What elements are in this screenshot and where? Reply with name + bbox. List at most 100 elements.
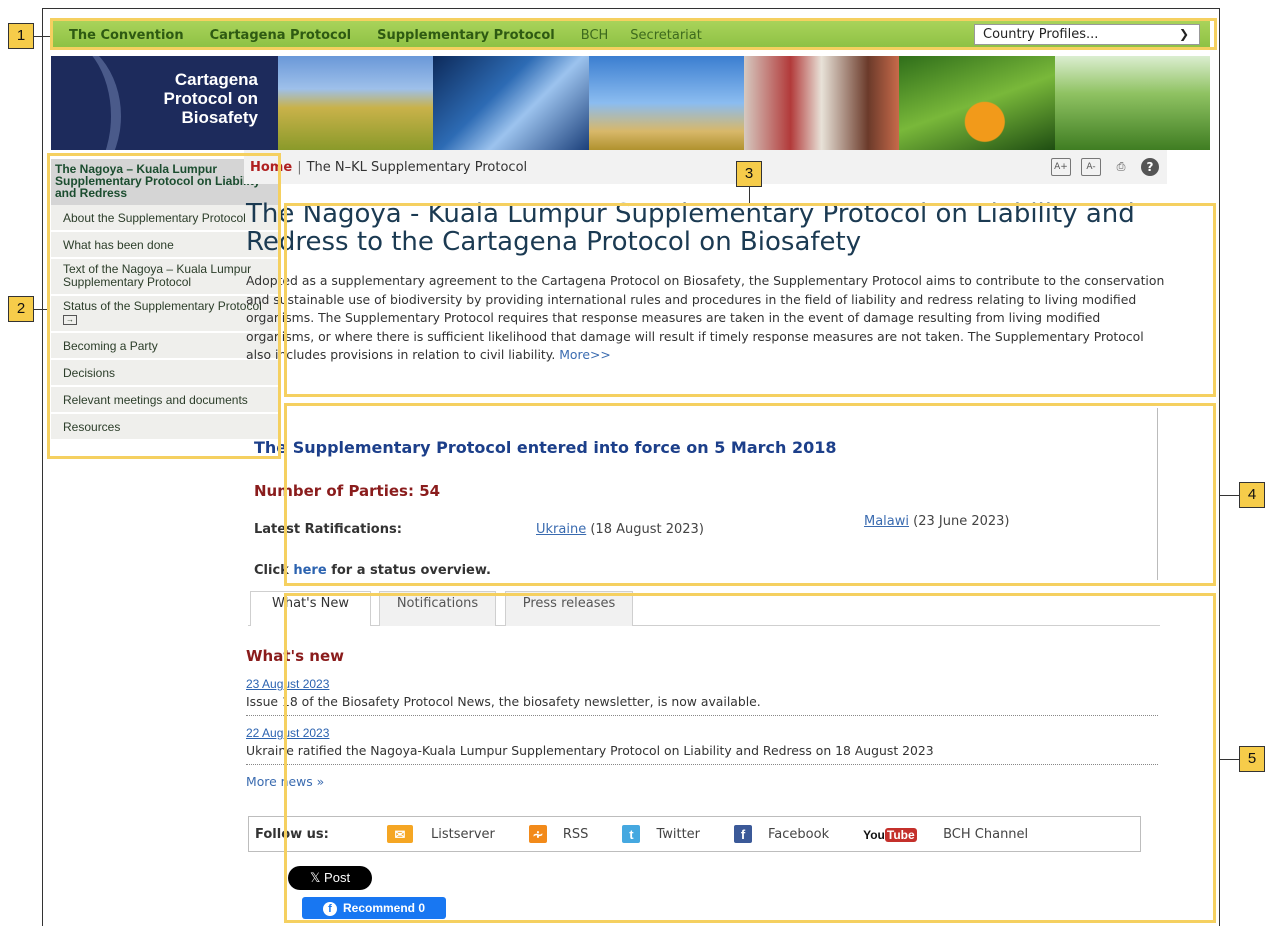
intro-more-link[interactable]: More>> bbox=[559, 347, 610, 362]
sidebar-item-meetings[interactable]: Relevant meetings and documents bbox=[51, 387, 278, 414]
entry-into-force: The Supplementary Protocol entered into … bbox=[254, 438, 837, 457]
news-heading: What's new bbox=[246, 647, 344, 665]
callout-line-1 bbox=[34, 36, 50, 37]
tab-press-releases[interactable]: Press releases bbox=[505, 591, 633, 626]
banner-image-orange bbox=[899, 56, 1055, 150]
follow-facebook[interactable]: f Facebook bbox=[734, 825, 829, 843]
sidebar-item-what-has-been-done[interactable]: What has been done bbox=[51, 232, 278, 259]
envelope-icon: ✉ bbox=[387, 825, 413, 843]
zoom-out-icon[interactable]: A- bbox=[1081, 158, 1101, 176]
follow-facebook-label: Facebook bbox=[768, 826, 830, 842]
news-section: What's new 23 August 2023 Issue 18 of th… bbox=[246, 647, 1158, 790]
follow-twitter-label: Twitter bbox=[656, 826, 701, 842]
x-post-label: Post bbox=[324, 870, 351, 885]
breadcrumb-home[interactable]: Home bbox=[250, 160, 292, 175]
sidebar-item-status[interactable]: Status of the Supplementary Protocol → bbox=[51, 296, 278, 333]
twitter-icon: t bbox=[622, 825, 641, 843]
intro-section: The Nagoya - Kuala Lumpur Supplementary … bbox=[246, 200, 1171, 365]
banner-image-dna bbox=[433, 56, 589, 150]
site-logo[interactable]: Cartagena Protocol on Biosafety bbox=[51, 56, 278, 150]
top-navigation: The Convention Cartagena Protocol Supple… bbox=[51, 21, 1210, 49]
status-overview-link[interactable]: here bbox=[293, 563, 326, 578]
follow-rss-label: RSS bbox=[562, 826, 589, 842]
banner-image-field bbox=[278, 56, 434, 150]
number-of-parties: Number of Parties: 54 bbox=[254, 482, 441, 500]
follow-youtube-label: BCH Channel bbox=[943, 826, 1029, 842]
logo-line-3: Biosafety bbox=[181, 108, 258, 127]
sidebar-item-resources[interactable]: Resources bbox=[51, 414, 278, 441]
breadcrumb: Home | The N–KL Supplementary Protocol A… bbox=[244, 150, 1167, 184]
recommend-label: Recommend 0 bbox=[342, 901, 426, 915]
tab-notifications[interactable]: Notifications bbox=[379, 591, 496, 626]
callout-2: 2 bbox=[8, 296, 34, 322]
ratification-country-link[interactable]: Malawi bbox=[864, 514, 909, 529]
external-link-icon: → bbox=[63, 314, 77, 325]
sidebar-item-about[interactable]: About the Supplementary Protocol bbox=[51, 205, 278, 232]
zoom-in-icon[interactable]: A+ bbox=[1051, 158, 1071, 176]
breadcrumb-current: The N–KL Supplementary Protocol bbox=[306, 159, 528, 175]
logo-line-1: Cartagena bbox=[174, 70, 258, 89]
facebook-recommend-button[interactable]: f Recommend 0 bbox=[302, 897, 446, 919]
nav-supplementary-protocol[interactable]: Supplementary Protocol bbox=[377, 28, 555, 43]
x-post-button[interactable]: 𝕏 Post bbox=[288, 866, 372, 890]
logo-line-2: Protocol on bbox=[163, 89, 258, 108]
facebook-icon: f bbox=[322, 901, 337, 916]
click-post: for a status overview. bbox=[331, 563, 491, 578]
intro-paragraph: Adopted as a supplementary agreement to … bbox=[246, 272, 1171, 365]
callout-line-2 bbox=[34, 309, 47, 310]
intro-body: Adopted as a supplementary agreement to … bbox=[246, 273, 1165, 363]
print-icon[interactable]: ⎙ bbox=[1111, 158, 1131, 176]
logo-text: Cartagena Protocol on Biosafety bbox=[164, 70, 258, 127]
breadcrumb-separator: | bbox=[297, 159, 302, 175]
more-news-link[interactable]: More news » bbox=[246, 774, 324, 789]
callout-3: 3 bbox=[736, 161, 762, 187]
callout-line-4 bbox=[1219, 495, 1239, 496]
follow-youtube[interactable]: You Tube BCH Channel bbox=[863, 825, 1028, 843]
latest-ratifications-label: Latest Ratifications: bbox=[254, 522, 402, 537]
nav-secretariat[interactable]: Secretariat bbox=[630, 28, 702, 43]
callout-5: 5 bbox=[1239, 746, 1265, 772]
page-tools: A+ A- ⎙ ? bbox=[1051, 158, 1159, 176]
follow-us-label: Follow us: bbox=[255, 826, 329, 842]
status-panel: The Supplementary Protocol entered into … bbox=[246, 408, 1158, 580]
header-banner: Cartagena Protocol on Biosafety bbox=[51, 56, 1210, 150]
rss-icon: ∻ bbox=[528, 825, 547, 843]
news-text: Ukraine ratified the Nagoya-Kuala Lumpur… bbox=[246, 743, 934, 758]
page-title: The Nagoya - Kuala Lumpur Supplementary … bbox=[246, 199, 1135, 257]
nav-bch[interactable]: BCH bbox=[581, 28, 609, 43]
tab-whats-new[interactable]: What's New bbox=[250, 591, 371, 626]
nav-the-convention[interactable]: The Convention bbox=[69, 28, 184, 43]
country-profiles-select[interactable]: Country Profiles... ❯ bbox=[974, 24, 1200, 45]
list-item: 23 August 2023 Issue 18 of the Biosafety… bbox=[246, 673, 1158, 716]
click-pre: Click bbox=[254, 563, 289, 578]
banner-image-hand bbox=[588, 56, 744, 150]
callout-line-3 bbox=[749, 187, 750, 203]
nav-cartagena-protocol[interactable]: Cartagena Protocol bbox=[210, 28, 352, 43]
callout-1: 1 bbox=[8, 23, 34, 49]
status-overview-line: Click here for a status overview. bbox=[254, 563, 491, 578]
ratification-date: (18 August 2023) bbox=[590, 522, 704, 537]
follow-twitter[interactable]: t Twitter bbox=[622, 825, 700, 843]
follow-rss[interactable]: ∻ RSS bbox=[528, 825, 589, 843]
follow-us-bar: Follow us: ✉ Listserver ∻ RSS t Twitter f Fa… bbox=[248, 816, 1141, 852]
logo-arc bbox=[51, 56, 121, 150]
callout-line-5 bbox=[1219, 759, 1239, 760]
sidebar-item-text[interactable]: Text of the Nagoya – Kuala Lumpur Supple… bbox=[51, 259, 278, 296]
follow-listserver[interactable]: ✉ Listserver bbox=[387, 825, 495, 843]
ratification-1: Ukraine (18 August 2023) bbox=[536, 522, 704, 537]
ratification-country-link[interactable]: Ukraine bbox=[536, 522, 586, 537]
help-icon[interactable]: ? bbox=[1141, 158, 1159, 176]
sidebar-item-becoming-party[interactable]: Becoming a Party bbox=[51, 333, 278, 360]
follow-listserver-label: Listserver bbox=[431, 826, 495, 842]
youtube-icon: You Tube bbox=[863, 828, 917, 842]
x-icon: 𝕏 bbox=[309, 870, 321, 885]
facebook-icon: f bbox=[734, 825, 753, 843]
sidebar-item-decisions[interactable]: Decisions bbox=[51, 360, 278, 387]
chevron-down-icon: ❯ bbox=[1178, 27, 1189, 41]
news-date-link[interactable]: 22 August 2023 bbox=[246, 726, 329, 740]
list-item: 22 August 2023 Ukraine ratified the Nago… bbox=[246, 722, 1158, 765]
banner-image-test-tubes bbox=[743, 56, 900, 150]
sidebar-item-status-label: Status of the Supplementary Protocol bbox=[63, 299, 262, 313]
news-date-link[interactable]: 23 August 2023 bbox=[246, 677, 329, 691]
ratification-2: Malawi (23 June 2023) bbox=[864, 514, 1010, 529]
